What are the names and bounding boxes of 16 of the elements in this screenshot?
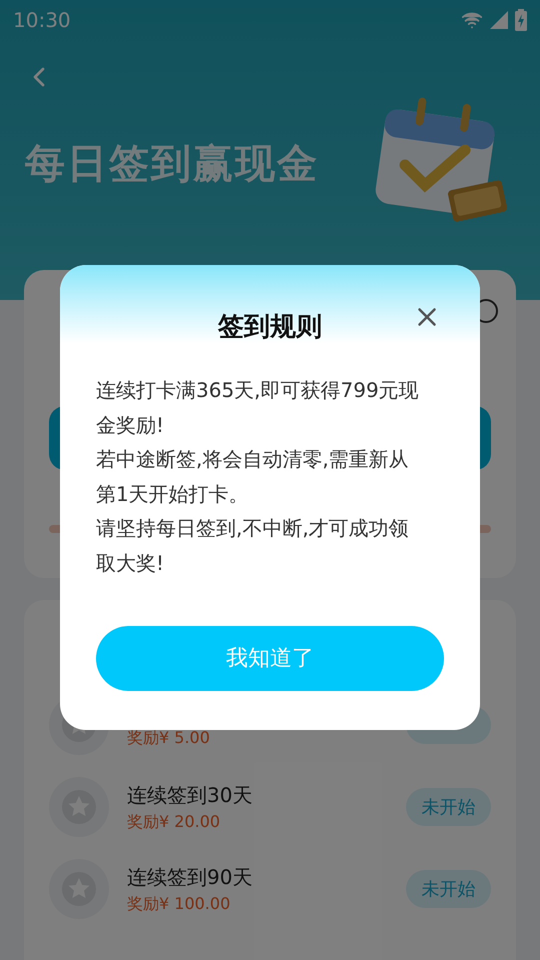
battery-icon <box>515 9 527 31</box>
reward-amount: 奖励¥ 5.00 <box>127 727 211 749</box>
signal-icon <box>489 10 509 30</box>
status-time: 10:30 <box>13 7 71 34</box>
page-title: 每日签到赢现金 <box>25 140 319 189</box>
status-button[interactable]: 未开始 <box>406 870 491 908</box>
reward-title: 连续签到90天 <box>127 864 254 891</box>
status-button[interactable]: 未开始 <box>406 788 491 826</box>
rule-paragraph: 连续打卡满365天,即可获得799元现金奖励! <box>96 377 420 438</box>
reward-amount: 奖励¥ 100.00 <box>127 893 232 915</box>
confirm-button[interactable]: 我知道了 <box>96 626 444 691</box>
dialog-title: 签到规则 <box>218 311 322 344</box>
rule-paragraph: 若中途断签,将会自动清零,需重新从第1天开始打卡。 <box>96 446 410 508</box>
reward-amount: 奖励¥ 20.00 <box>127 811 222 833</box>
reward-title: 连续签到30天 <box>127 782 254 809</box>
rule-paragraph: 请坚持每日签到,不中断,才可成功领取大奖! <box>96 515 410 576</box>
